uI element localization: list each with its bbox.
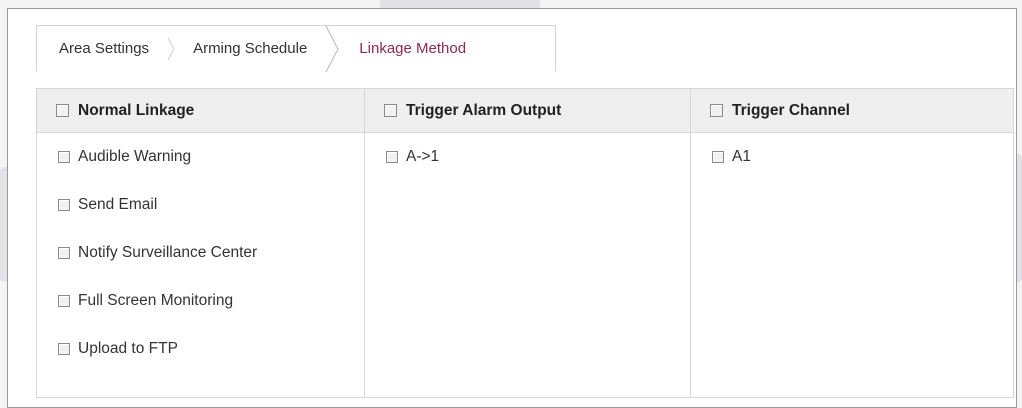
checkbox-label: Send Email	[78, 196, 158, 213]
send-email-checkbox[interactable]	[58, 199, 70, 211]
select-all-checkbox[interactable]	[384, 104, 397, 117]
list-item: A1	[691, 133, 1013, 181]
checkbox-label: A->1	[406, 148, 440, 165]
column-header: Trigger Channel	[691, 89, 1013, 133]
chevron-right-icon	[323, 25, 339, 72]
list-item: Notify Surveillance Center	[37, 229, 364, 277]
column-header: Trigger Alarm Output	[365, 89, 690, 133]
notify-center-checkbox[interactable]	[58, 247, 70, 259]
column-header: Normal Linkage	[37, 89, 364, 133]
list-item: Full Screen Monitoring	[37, 277, 364, 325]
column-header-label: Trigger Channel	[732, 101, 850, 119]
tab-area-settings[interactable]: Area Settings	[37, 26, 171, 72]
chevron-right-icon	[165, 26, 179, 72]
list-item: A->1	[365, 133, 690, 181]
tab-label: Arming Schedule	[193, 39, 308, 57]
checkbox-label: Full Screen Monitoring	[78, 292, 234, 309]
checkbox-label: Notify Surveillance Center	[78, 244, 258, 261]
checkbox-label: Audible Warning	[78, 148, 192, 165]
upload-ftp-checkbox[interactable]	[58, 343, 70, 355]
tab-bar: Area Settings Arming Schedule Linkage Me…	[36, 25, 556, 72]
select-all-checkbox[interactable]	[710, 104, 723, 117]
tab-arming-schedule[interactable]: Arming Schedule	[167, 26, 321, 72]
trigger-alarm-output-column: Trigger Alarm Output A->1	[364, 89, 690, 397]
trigger-channel-column: Trigger Channel A1	[690, 89, 1013, 397]
checkbox-label: Upload to FTP	[78, 340, 178, 357]
checkbox-label: A1	[732, 148, 751, 165]
column-header-label: Trigger Alarm Output	[406, 101, 562, 119]
channel-a1-checkbox[interactable]	[712, 151, 724, 163]
list-item: Send Email	[37, 181, 364, 229]
tab-label: Linkage Method	[359, 39, 467, 57]
alarm-output-a1-checkbox[interactable]	[386, 151, 398, 163]
tab-label: Area Settings	[59, 39, 150, 57]
tab-linkage-method[interactable]: Linkage Method	[321, 25, 486, 72]
select-all-checkbox[interactable]	[56, 104, 69, 117]
full-screen-checkbox[interactable]	[58, 295, 70, 307]
column-header-label: Normal Linkage	[78, 101, 195, 119]
linkage-table: Normal Linkage Audible Warning Send Emai…	[36, 88, 1014, 398]
audible-warning-checkbox[interactable]	[58, 151, 70, 163]
normal-linkage-column: Normal Linkage Audible Warning Send Emai…	[37, 89, 364, 397]
list-item: Upload to FTP	[37, 325, 364, 373]
list-item: Audible Warning	[37, 133, 364, 181]
